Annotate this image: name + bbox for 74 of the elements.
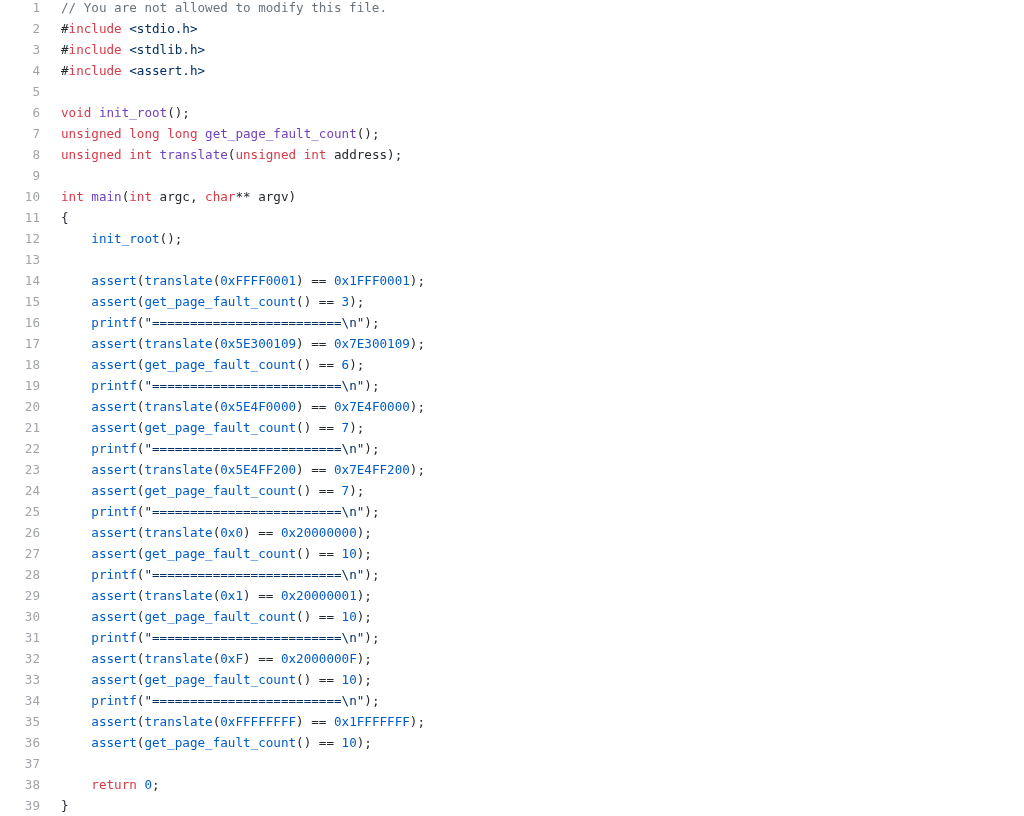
- line-number: 26: [23, 524, 40, 542]
- line-number: 6: [31, 104, 40, 122]
- code-line: // You are not allowed to modify this file.: [61, 0, 388, 17]
- code-line: assert(translate(0x0) == 0x20000000);: [91, 524, 372, 542]
- line-number: 16: [23, 314, 40, 332]
- line-number: 25: [23, 503, 40, 521]
- line-number: 33: [23, 671, 40, 689]
- line-number: 20: [23, 398, 40, 416]
- line-number: 18: [23, 356, 40, 374]
- line-number: 28: [23, 566, 40, 584]
- line-number: 22: [23, 440, 40, 458]
- code-line: #include <stdlib.h>: [61, 41, 206, 59]
- line-number: 3: [31, 41, 40, 59]
- line-number: 36: [23, 734, 40, 752]
- code-line: unsigned int translate(unsigned int address);: [61, 146, 403, 164]
- code-line: assert(get_page_fault_count() == 7);: [91, 419, 365, 437]
- line-number: 35: [23, 713, 40, 731]
- line-number: 4: [31, 62, 40, 80]
- code-line: {: [61, 209, 69, 227]
- line-number: 39: [23, 797, 40, 815]
- code-line: #include <stdio.h>: [61, 20, 198, 38]
- code-line: assert(get_page_fault_count() == 7);: [91, 482, 365, 500]
- code-line: void init_root();: [61, 104, 190, 122]
- code-line: printf("=========================\n");: [91, 692, 380, 710]
- line-number: 27: [23, 545, 40, 563]
- line-number: 34: [23, 692, 40, 710]
- line-number: 10: [23, 188, 40, 206]
- code-line: assert(translate(0xFFFF0001) == 0x1FFF0001);: [91, 272, 425, 290]
- line-number: 15: [23, 293, 40, 311]
- code-line: printf("=========================\n");: [91, 629, 380, 647]
- line-number: 9: [31, 167, 40, 185]
- code-line: assert(translate(0x5E4F0000) == 0x7E4F0000);: [91, 398, 425, 416]
- line-number: 1: [31, 0, 40, 17]
- code-line: assert(translate(0xFFFFFFFF) == 0x1FFFFFFF);: [91, 713, 425, 731]
- line-number: 23: [23, 461, 40, 479]
- line-number: 24: [23, 482, 40, 500]
- code-line: init_root();: [91, 230, 183, 248]
- line-number: 29: [23, 587, 40, 605]
- line-number: 8: [31, 146, 40, 164]
- code-line: assert(translate(0x5E300109) == 0x7E300109);: [91, 335, 425, 353]
- code-line: assert(get_page_fault_count() == 10);: [91, 671, 372, 689]
- code-line: assert(translate(0x1) == 0x20000001);: [91, 587, 372, 605]
- code-line: assert(get_page_fault_count() == 10);: [91, 734, 372, 752]
- line-number: 5: [31, 83, 40, 101]
- line-number: 2: [31, 20, 40, 38]
- code-line: assert(translate(0xF) == 0x2000000F);: [91, 650, 372, 668]
- code-line: return 0;: [91, 776, 160, 794]
- code-line: int main(int argc, char** argv): [61, 188, 297, 206]
- code-line: unsigned long long get_page_fault_count();: [61, 125, 380, 143]
- line-number: 30: [23, 608, 40, 626]
- code-line: }: [61, 797, 69, 815]
- code-line: #include <assert.h>: [61, 62, 206, 80]
- code-line: assert(get_page_fault_count() == 3);: [91, 293, 365, 311]
- code-line: assert(get_page_fault_count() == 6);: [91, 356, 365, 374]
- code-line: printf("=========================\n");: [91, 503, 380, 521]
- code-line: assert(get_page_fault_count() == 10);: [91, 608, 372, 626]
- code-line: assert(translate(0x5E4FF200) == 0x7E4FF200);: [91, 461, 425, 479]
- line-number: 31: [23, 629, 40, 647]
- line-number: 11: [23, 209, 40, 227]
- line-number: 32: [23, 650, 40, 668]
- line-number: 12: [23, 230, 40, 248]
- line-number: 7: [31, 125, 40, 143]
- code-line: assert(get_page_fault_count() == 10);: [91, 545, 372, 563]
- code-line: printf("=========================\n");: [91, 566, 380, 584]
- code-line: printf("=========================\n");: [91, 377, 380, 395]
- line-number: 13: [23, 251, 40, 269]
- line-number: 21: [23, 419, 40, 437]
- line-number: 17: [23, 335, 40, 353]
- code-line: printf("=========================\n");: [91, 440, 380, 458]
- line-number: 19: [23, 377, 40, 395]
- line-number: 37: [23, 755, 40, 773]
- line-number: 38: [23, 776, 40, 794]
- line-number: 14: [23, 272, 40, 290]
- code-line: printf("=========================\n");: [91, 314, 380, 332]
